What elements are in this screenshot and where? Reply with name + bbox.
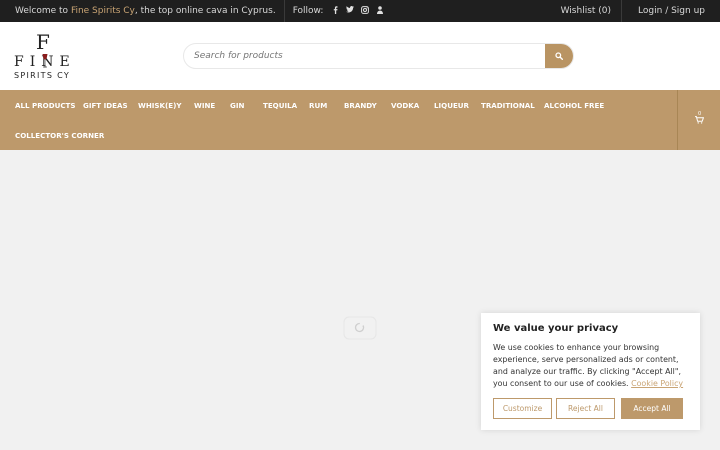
follow-section: Follow: [293, 6, 385, 16]
cookie-buttons: Customize Reject All Accept All [493, 398, 683, 419]
customize-button[interactable]: Customize [493, 398, 552, 419]
welcome-suffix: , the top online cava in Cyprus. [134, 6, 276, 16]
nav-item-traditional[interactable]: TRADITIONAL [481, 101, 535, 110]
nav-item-wine[interactable]: WINE [194, 101, 215, 110]
login-signup-link[interactable]: Login / Sign up [638, 6, 705, 16]
search-input[interactable] [184, 44, 545, 68]
spinner-icon [343, 316, 377, 340]
nav-item-collectors-corner[interactable]: COLLECTOR'S CORNER [15, 131, 104, 140]
follow-label: Follow: [292, 6, 324, 16]
site-logo[interactable]: F FINE SPIRITS CY [14, 32, 76, 82]
nav-item-vodka[interactable]: VODKA [391, 101, 419, 110]
top-bar: Welcome to Fine Spirits Cy, the top onli… [0, 0, 720, 22]
cookie-title: We value your privacy [493, 323, 619, 334]
cookie-policy-link[interactable]: Cookie Policy [631, 379, 683, 388]
cart-button[interactable]: 0 [677, 90, 720, 150]
user-icon[interactable] [376, 6, 384, 16]
wine-glass-icon [42, 54, 48, 68]
nav-item-tequila[interactable]: TEQUILA [263, 101, 297, 110]
social-links [331, 6, 384, 16]
nav-item-alcohol-free[interactable]: ALCOHOL FREE [544, 101, 604, 110]
welcome-prefix: Welcome to [15, 6, 71, 16]
account-links: Wishlist (0) Login / Sign up [561, 0, 705, 22]
topbar-divider [283, 0, 285, 22]
cart-count: 0 [698, 111, 702, 117]
wishlist-link[interactable]: Wishlist (0) [561, 6, 621, 16]
welcome-brand-link[interactable]: Fine Spirits Cy [71, 6, 135, 16]
nav-items: ALL PRODUCTS GIFT IDEAS WHISK(E)Y WINE G… [0, 90, 678, 150]
logo-mark: F [36, 30, 50, 54]
logo-line2: SPIRITS CY [14, 71, 71, 80]
shopping-cart-icon [694, 116, 704, 124]
accept-all-button[interactable]: Accept All [621, 398, 683, 419]
loading-spinner [343, 316, 377, 340]
nav-item-liqueur[interactable]: LIQUEUR [434, 101, 469, 110]
reject-all-button[interactable]: Reject All [556, 398, 615, 419]
nav-item-brandy[interactable]: BRANDY [344, 101, 377, 110]
search-icon [555, 52, 563, 60]
account-divider [621, 0, 623, 22]
nav-item-gin[interactable]: GIN [230, 101, 244, 110]
facebook-icon[interactable] [331, 6, 339, 16]
cookie-consent-banner: We value your privacy We use cookies to … [481, 313, 700, 430]
main-navigation: ALL PRODUCTS GIFT IDEAS WHISK(E)Y WINE G… [0, 90, 720, 150]
welcome-message: Welcome to Fine Spirits Cy, the top onli… [15, 6, 276, 16]
nav-item-whiskey[interactable]: WHISK(E)Y [138, 101, 181, 110]
site-header: F FINE SPIRITS CY [0, 22, 720, 90]
twitter-icon[interactable] [346, 6, 355, 16]
nav-item-all-products[interactable]: ALL PRODUCTS [15, 101, 76, 110]
search-button[interactable] [545, 44, 573, 68]
nav-item-rum[interactable]: RUM [309, 101, 327, 110]
nav-item-gift-ideas[interactable]: GIFT IDEAS [83, 101, 128, 110]
search-bar [183, 43, 574, 69]
instagram-icon[interactable] [361, 6, 370, 16]
cookie-text: We use cookies to enhance your browsing … [493, 342, 688, 390]
